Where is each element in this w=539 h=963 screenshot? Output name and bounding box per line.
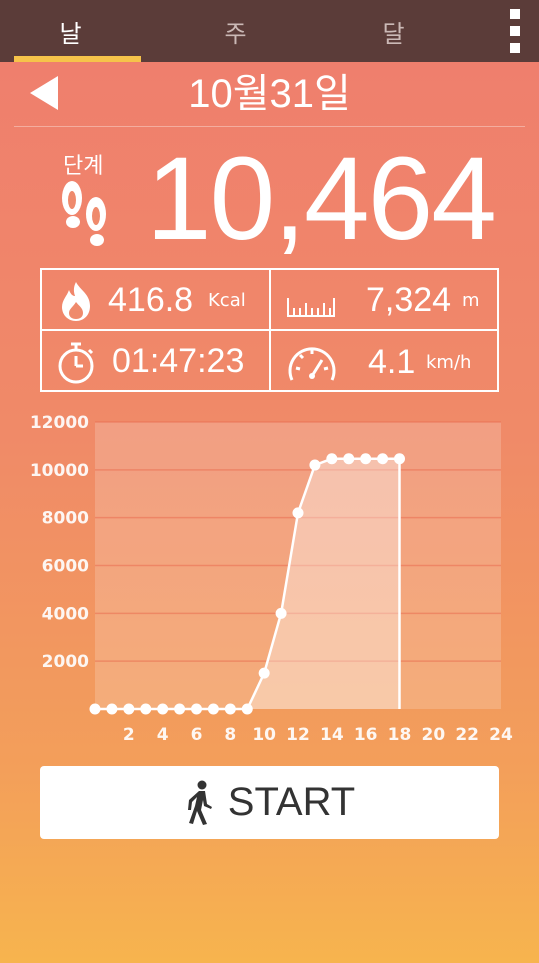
speed-value: 4.1 [368, 343, 416, 381]
steps-data-point [140, 703, 152, 715]
distance-unit: m [462, 290, 480, 311]
speed-unit: km/h [426, 352, 472, 373]
steps-count: 10,464 [146, 133, 497, 265]
y-tick-label: 8000 [42, 509, 89, 529]
steps-data-point [174, 703, 186, 715]
divider [42, 329, 497, 331]
start-button[interactable]: START [40, 766, 499, 839]
x-tick-label: 8 [224, 725, 236, 745]
x-tick-label: 18 [388, 725, 412, 745]
fire-icon [62, 282, 90, 321]
x-tick-label: 2 [123, 725, 135, 745]
duration-value: 01:47:23 [112, 342, 245, 380]
stopwatch-icon [58, 342, 94, 384]
steps-data-point [360, 453, 372, 465]
steps-data-point [258, 667, 270, 679]
steps-data-point [275, 607, 287, 619]
steps-data-point [123, 703, 135, 715]
y-tick-label: 2000 [42, 652, 89, 672]
x-tick-label: 16 [354, 725, 378, 745]
speedometer-icon [288, 347, 336, 381]
tab-week[interactable]: 주 [165, 0, 306, 62]
steps-label: 단계 [63, 154, 104, 179]
y-tick-label: 4000 [42, 604, 89, 624]
steps-chart-svg: 200040006000800010000120002 4 6 8 10 12 14 16 18… [30, 413, 513, 745]
x-tick-label: 22 [455, 725, 479, 745]
x-tick-label: 6 [191, 725, 203, 745]
start-label: START [227, 780, 356, 824]
walking-person-icon [187, 780, 212, 825]
steps-data-point [326, 453, 338, 465]
tab-month[interactable]: 달 [323, 0, 464, 62]
stats-grid: 416.8 Kcal 7,324 m 01:47:23 4.1 km/h [40, 268, 499, 392]
steps-data-point [377, 453, 389, 465]
calories-value: 416.8 [108, 281, 194, 319]
steps-data-point [224, 703, 236, 715]
steps-data-point [157, 703, 169, 715]
x-tick-label: 4 [157, 725, 169, 745]
y-tick-label: 12000 [30, 413, 89, 433]
y-tick-label: 10000 [30, 461, 89, 481]
steps-data-point [292, 507, 304, 519]
steps-data-point [207, 703, 219, 715]
x-tick-label: 14 [320, 725, 344, 745]
x-tick-label: 10 [252, 725, 276, 745]
steps-data-point [89, 703, 101, 715]
top-tab-bar: 날 주 달 [0, 0, 539, 62]
steps-data-point [309, 459, 321, 471]
steps-data-point [394, 453, 405, 465]
calories-unit: Kcal [208, 290, 246, 311]
y-tick-label: 6000 [42, 557, 89, 577]
ruler-icon [287, 298, 335, 317]
x-tick-label: 12 [286, 725, 310, 745]
x-tick-label: 20 [421, 725, 445, 745]
tab-day[interactable]: 날 [0, 0, 141, 62]
steps-data-point [343, 453, 355, 465]
distance-value: 7,324 [366, 281, 452, 319]
x-tick-label: 24 [489, 725, 513, 745]
steps-data-point [106, 703, 118, 715]
overflow-menu-icon[interactable] [505, 9, 525, 53]
date-header: 10월31일 [14, 62, 525, 127]
steps-data-point [191, 703, 202, 715]
footprints-icon [62, 181, 106, 246]
steps-chart: 2000 4000 6000 8000 10000 12000 2 4 6 8 10 12 14 16 18… [0, 405, 539, 750]
date-title: 10월31일 [188, 72, 351, 116]
steps-data-point [241, 703, 253, 715]
